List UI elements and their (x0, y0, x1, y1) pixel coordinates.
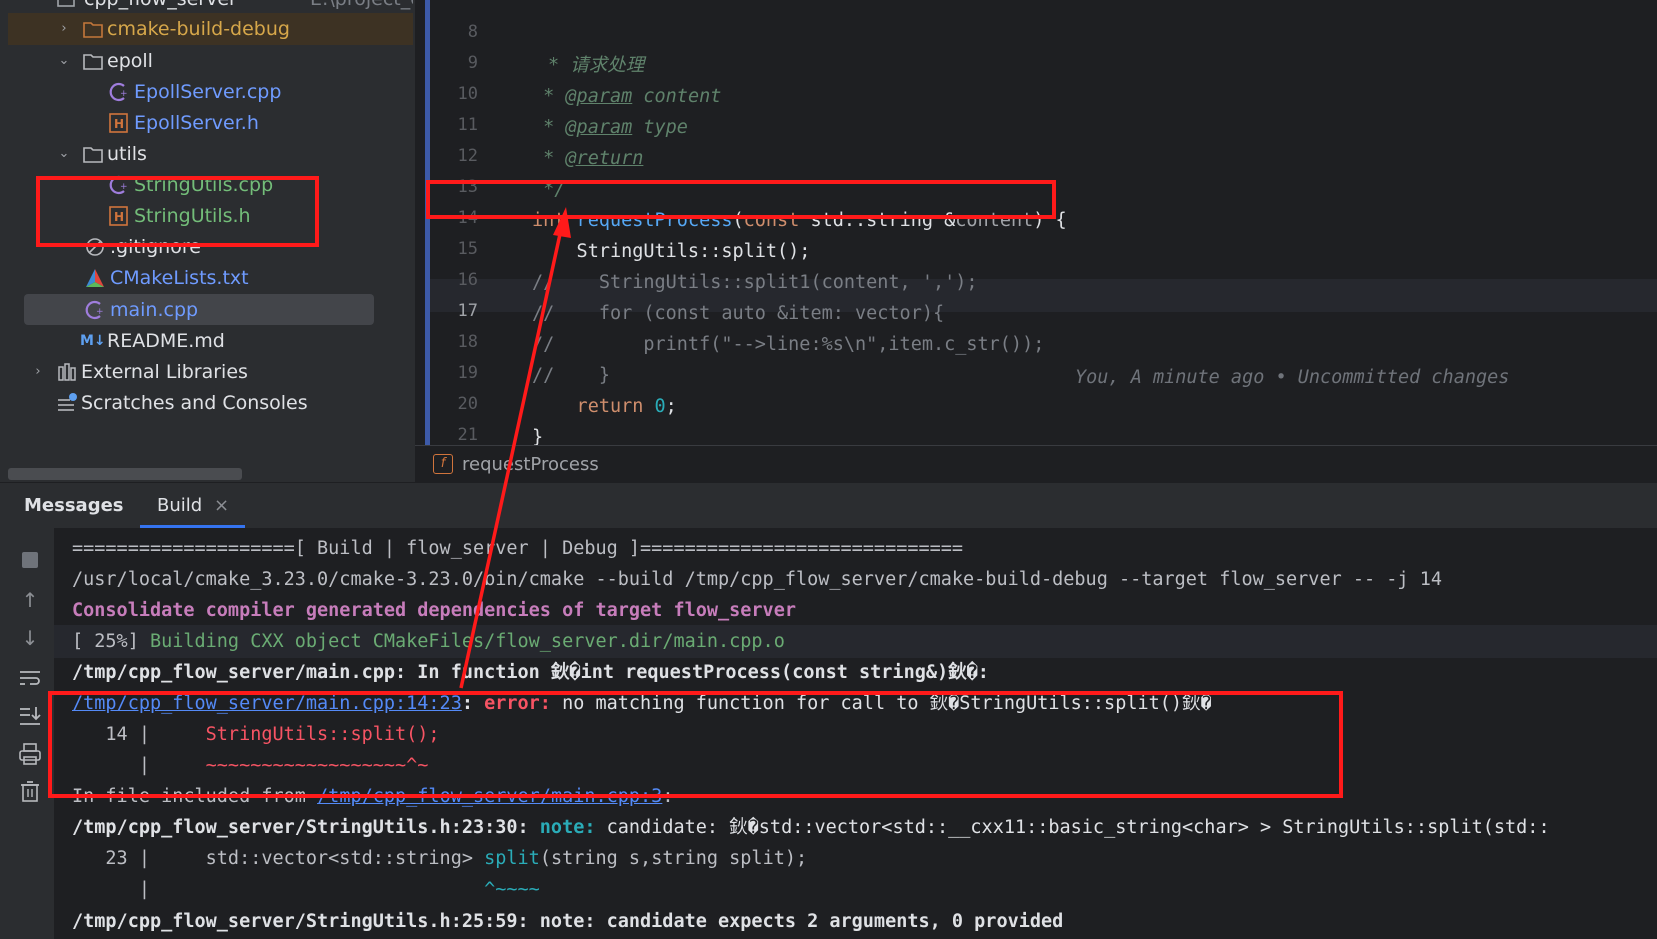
annotation-arrow (459, 207, 571, 689)
